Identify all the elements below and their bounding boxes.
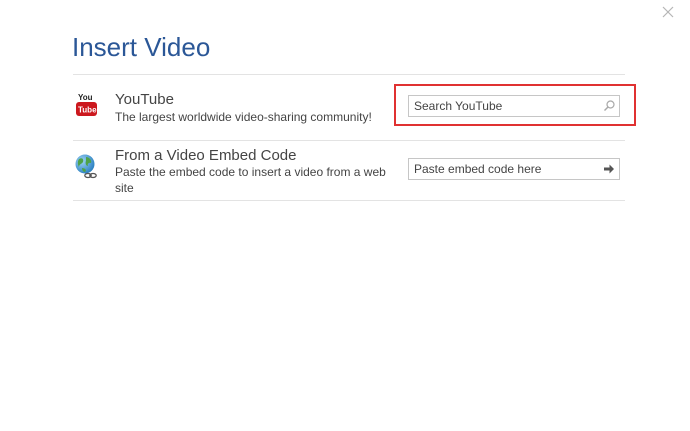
- embed-code-description: Paste the embed code to insert a video f…: [115, 165, 386, 195]
- youtube-logo-text-bottom: Tube: [78, 106, 97, 115]
- youtube-description: The largest worldwide video-sharing comm…: [115, 110, 372, 124]
- youtube-title: YouTube: [115, 91, 174, 108]
- search-youtube-field: [408, 95, 620, 117]
- globe-link-icon: [75, 154, 97, 179]
- search-youtube-input[interactable]: [409, 96, 594, 116]
- embed-code-input[interactable]: [409, 159, 594, 179]
- arrow-right-icon[interactable]: [601, 161, 617, 177]
- youtube-logo-text-top: You: [78, 93, 93, 102]
- insert-video-dialog: Insert Video You Tube YouTube The larges…: [0, 0, 690, 431]
- close-icon[interactable]: [661, 5, 675, 19]
- youtube-icon: You Tube: [76, 93, 97, 116]
- youtube-source-row: You Tube YouTube The largest worldwide v…: [73, 74, 625, 140]
- embed-code-field: [408, 158, 620, 180]
- embed-code-title: From a Video Embed Code: [115, 147, 297, 164]
- dialog-title: Insert Video: [72, 32, 211, 62]
- embed-code-source-row: From a Video Embed Code Paste the embed …: [73, 140, 625, 200]
- search-icon[interactable]: [601, 98, 617, 114]
- divider: [73, 200, 625, 201]
